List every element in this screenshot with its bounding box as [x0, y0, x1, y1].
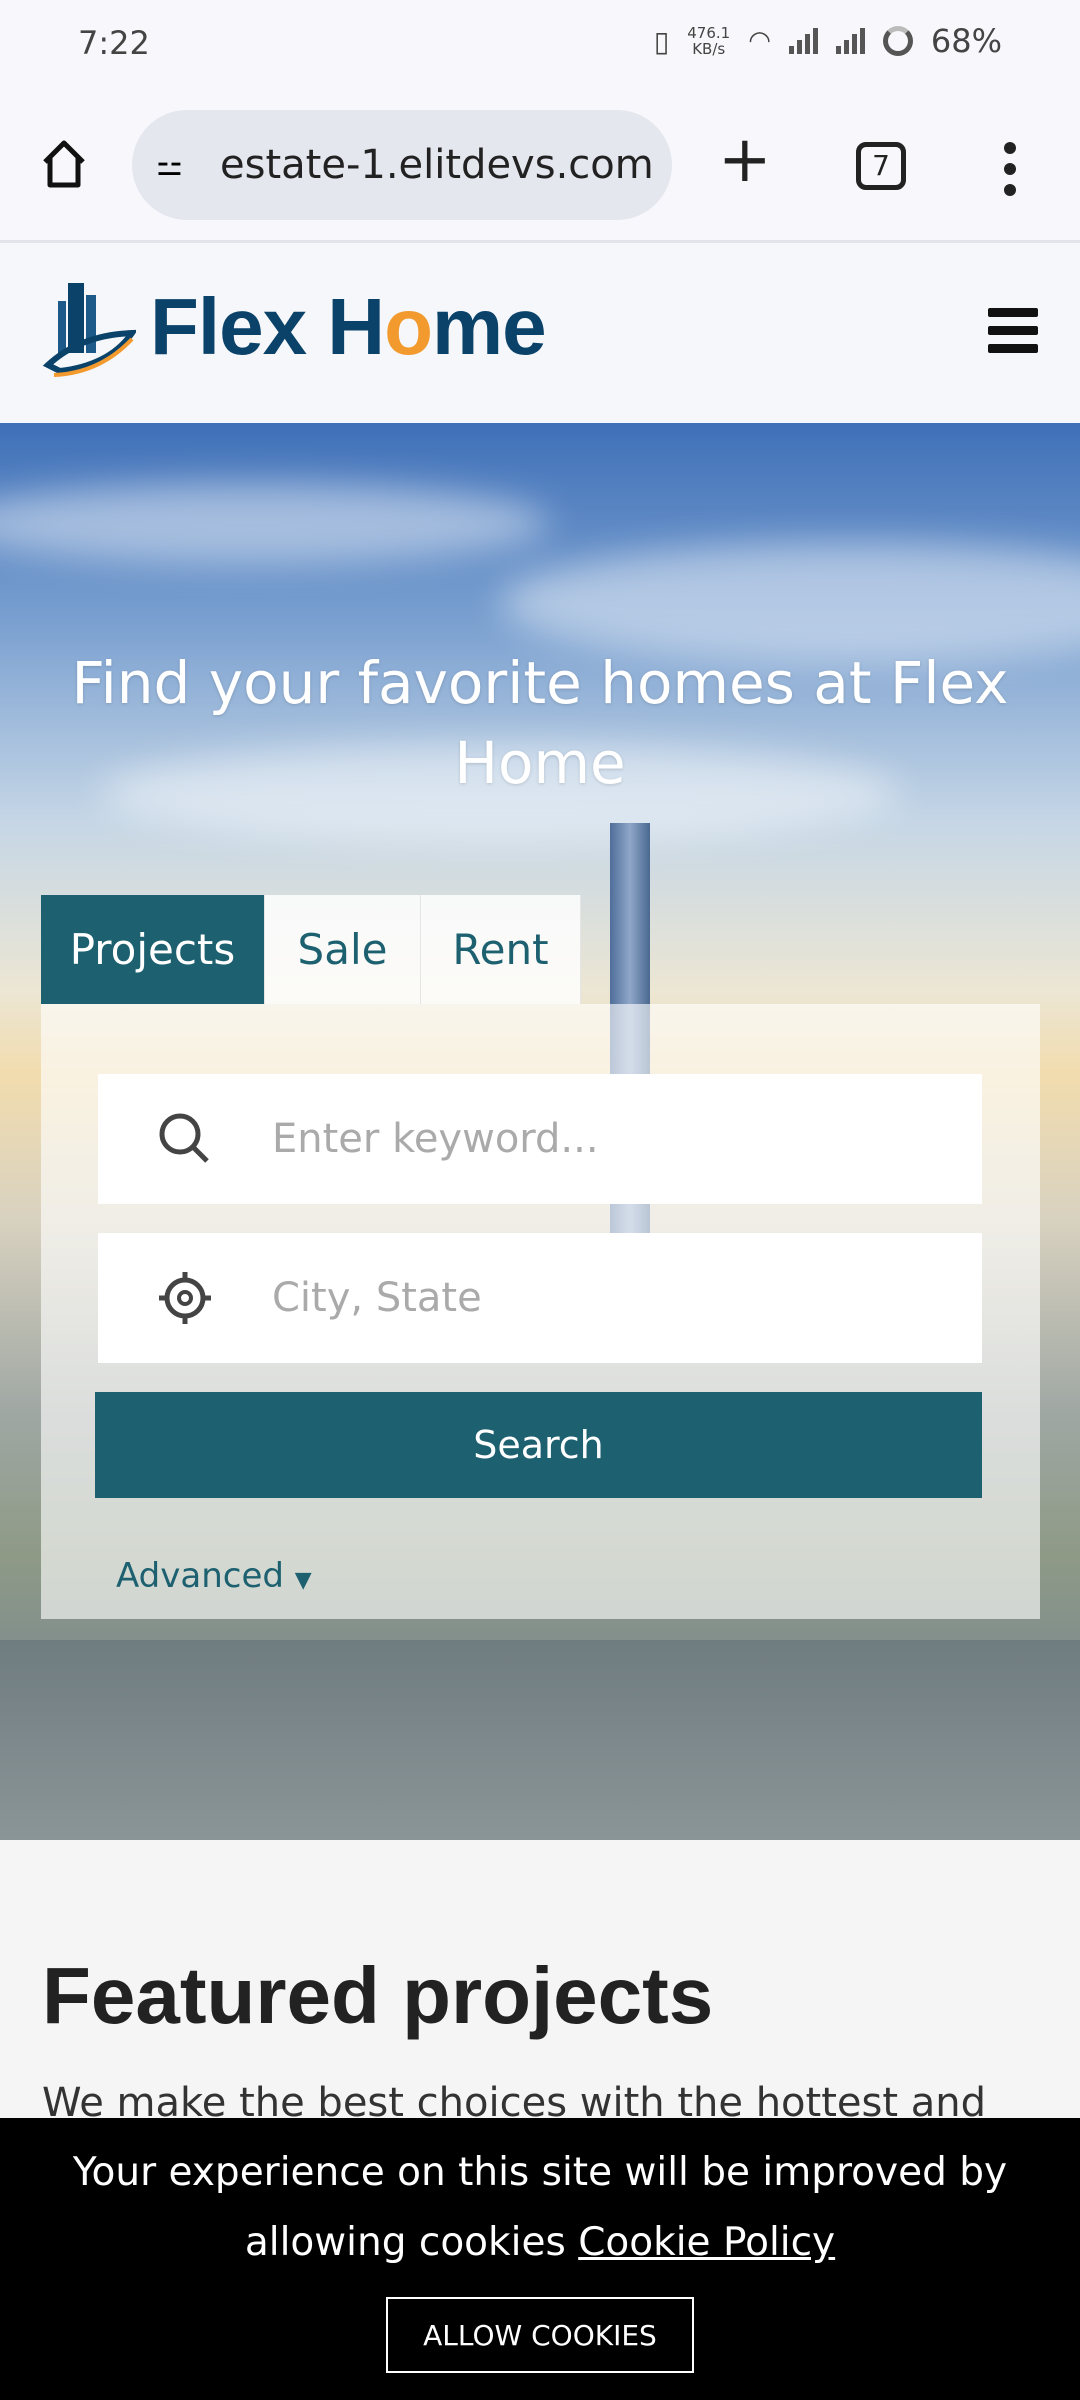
search-button[interactable]: Search	[95, 1392, 982, 1498]
vibrate-icon: ▯	[653, 24, 670, 58]
tab-projects[interactable]: Projects	[41, 895, 265, 1004]
location-field[interactable]	[98, 1233, 982, 1363]
river-image	[0, 1640, 1080, 1840]
tab-switcher-button[interactable]: 7	[856, 142, 906, 190]
home-icon[interactable]	[40, 138, 88, 190]
url-text: estate-1.elitdevs.com	[220, 142, 654, 188]
more-menu-icon[interactable]	[1004, 142, 1018, 205]
location-input[interactable]	[272, 1275, 952, 1321]
search-panel: Search Advanced ▼	[41, 1004, 1040, 1619]
featured-title: Featured projects	[42, 1951, 714, 2040]
keyword-field[interactable]	[98, 1074, 982, 1204]
hero-title: Find your favorite homes at Flex Home	[71, 649, 1009, 797]
hero-banner: Find your favorite homes at Flex Home Pr…	[0, 423, 1080, 1840]
clock: 7:22	[78, 24, 150, 62]
cookie-banner: Your experience on this site will be imp…	[0, 2118, 1080, 2400]
logo[interactable]: Flex Home	[40, 275, 547, 379]
tab-sale[interactable]: Sale	[265, 895, 421, 1004]
logo-buildings-icon	[42, 283, 136, 377]
search-tabs: Projects Sale Rent	[41, 895, 581, 1004]
cookie-policy-link[interactable]: Cookie Policy	[578, 2220, 835, 2265]
battery-icon	[882, 26, 913, 56]
battery-level: 68%	[930, 22, 1002, 60]
advanced-toggle[interactable]: Advanced ▼	[116, 1556, 312, 1596]
cookie-text: Your experience on this site will be imp…	[72, 2150, 1008, 2265]
site-header: Flex Home	[0, 243, 1080, 423]
allow-cookies-button[interactable]: ALLOW COOKIES	[386, 2297, 694, 2373]
signal-icon-2	[835, 28, 865, 54]
signal-icon	[788, 28, 818, 54]
address-bar[interactable]: ⚍ estate-1.elitdevs.com	[132, 110, 672, 220]
tab-rent[interactable]: Rent	[421, 895, 581, 1004]
browser-toolbar: ⚍ estate-1.elitdevs.com + 7	[0, 90, 1080, 243]
new-tab-icon[interactable]: +	[718, 128, 772, 192]
wifi-icon: ◠	[748, 26, 771, 56]
caret-down-icon: ▼	[294, 1568, 312, 1593]
hamburger-menu-icon[interactable]	[988, 308, 1038, 362]
network-speed: 476.1 KB/s	[687, 24, 731, 58]
location-target-icon	[159, 1272, 211, 1324]
keyword-input[interactable]	[272, 1116, 952, 1162]
site-settings-icon[interactable]: ⚍	[156, 148, 202, 183]
search-icon	[159, 1113, 209, 1163]
status-bar: 7:22 ▯ 476.1 KB/s ◠ 68%	[0, 0, 1080, 90]
